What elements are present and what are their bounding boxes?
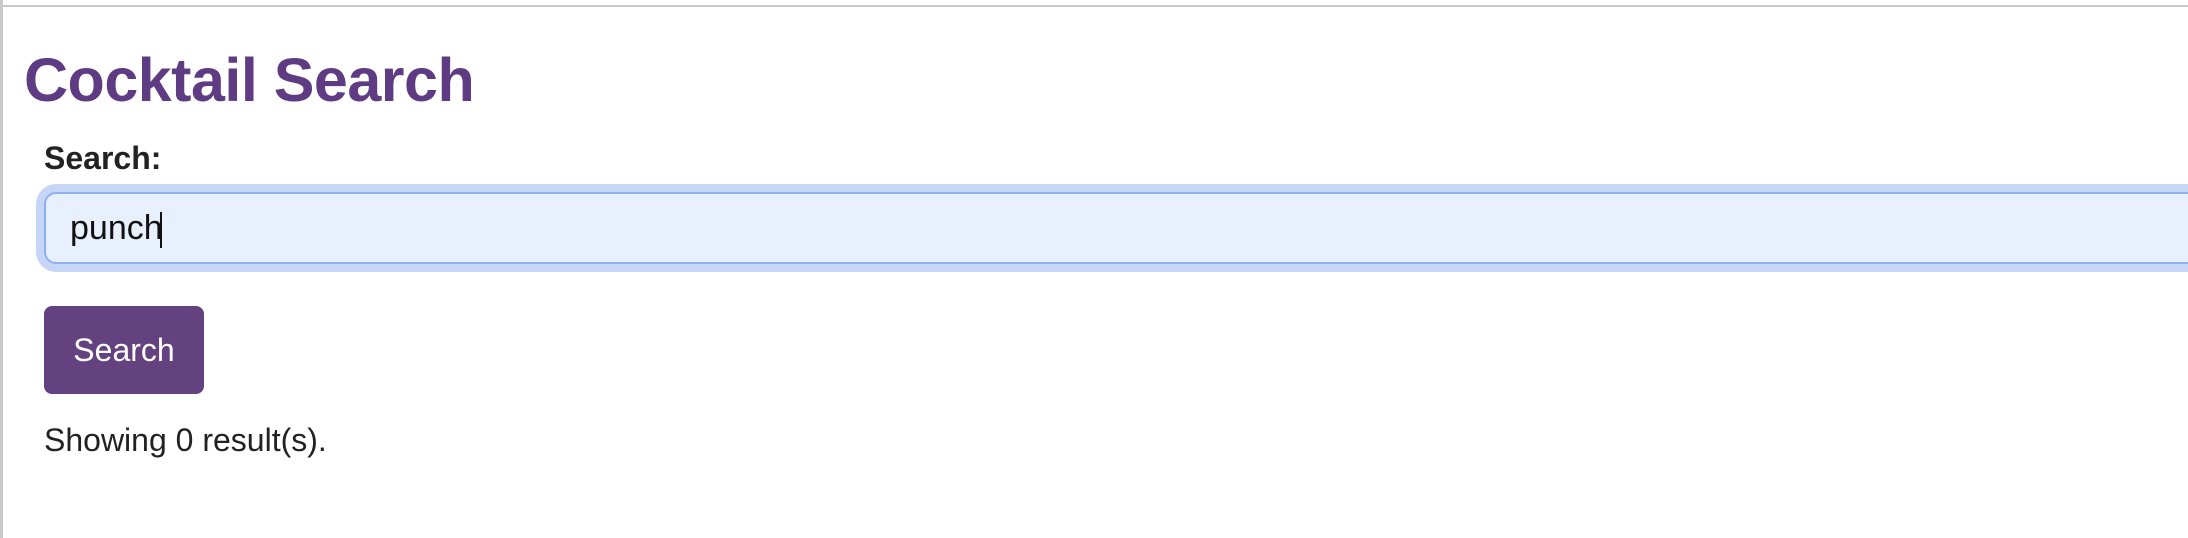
search-button[interactable]: Search	[44, 306, 204, 394]
search-input[interactable]	[44, 192, 2188, 264]
page-title: Cocktail Search	[24, 46, 475, 114]
search-label: Search:	[44, 140, 162, 176]
page: Cocktail Search Search: Search Showing 0…	[0, 0, 2188, 538]
top-divider	[0, 0, 2188, 7]
text-caret	[160, 212, 162, 248]
left-divider	[0, 0, 3, 538]
results-summary: Showing 0 result(s).	[44, 422, 327, 458]
